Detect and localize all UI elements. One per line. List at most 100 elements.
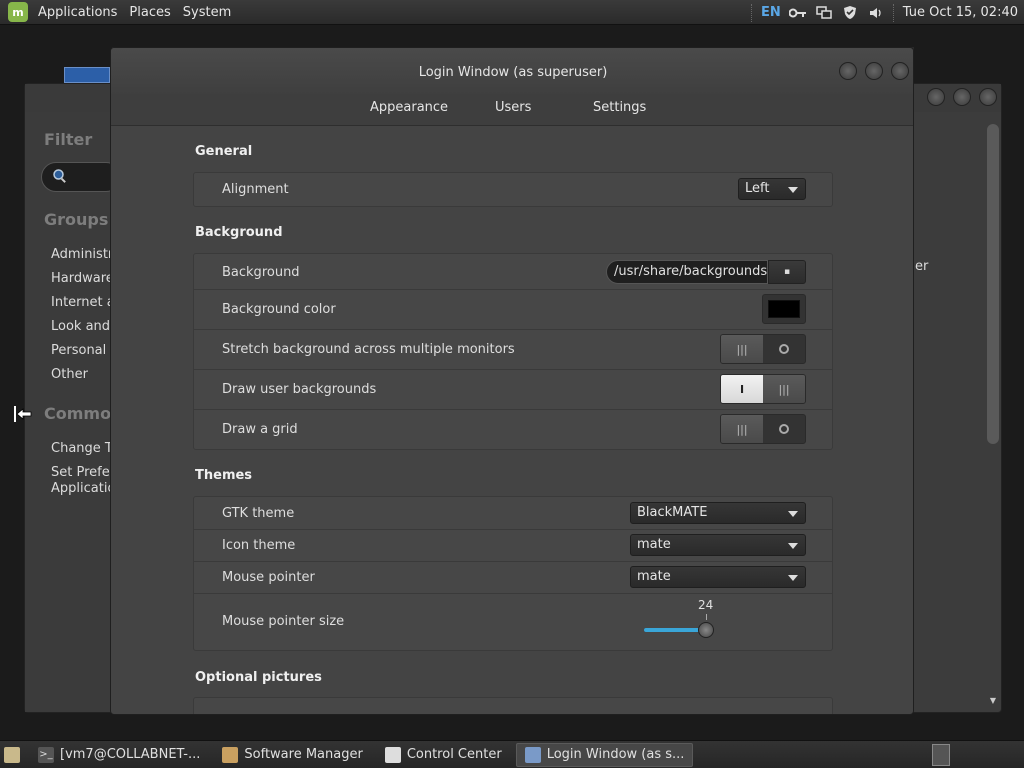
taskbar-item-terminal[interactable]: >_ [vm7@COLLABNET-... [30, 743, 208, 767]
show-desktop-button[interactable] [0, 743, 24, 767]
toggle-off-indicator [763, 335, 805, 363]
bottom-taskbar: >_ [vm7@COLLABNET-... Software Manager C… [0, 740, 1024, 768]
tab-settings[interactable]: Settings [593, 100, 646, 115]
pointer-size-slider-knob[interactable] [698, 622, 714, 638]
mouse-pointer-size-label: Mouse pointer size [222, 614, 345, 629]
maximize-button[interactable] [953, 88, 971, 106]
mouse-pointer-size-row: Mouse pointer size 24 [194, 594, 832, 650]
icon-theme-label: Icon theme [222, 538, 296, 553]
login-window-dialog: Login Window (as superuser) Appearance U… [110, 47, 914, 715]
grid-row: Draw a grid ||| [194, 410, 832, 449]
stretch-toggle[interactable]: ||| [720, 334, 806, 364]
background-label: Background [222, 265, 300, 280]
volume-icon[interactable] [867, 5, 885, 21]
chevron-down-icon [788, 575, 798, 581]
user-backgrounds-row: Draw user backgrounds I ||| [194, 370, 832, 410]
alignment-value: Left [745, 181, 770, 196]
stretch-row: Stretch background across multiple monit… [194, 330, 832, 370]
partial-launcher-label: er [915, 259, 929, 274]
shield-icon[interactable] [841, 5, 859, 21]
toggle-knob: ||| [721, 335, 763, 363]
slider-tick [706, 614, 707, 620]
toggle-knob: ||| [763, 375, 805, 403]
tab-appearance[interactable]: Appearance [370, 100, 448, 115]
workspace-switcher[interactable] [932, 744, 950, 766]
group-hardware[interactable]: Hardware [51, 271, 114, 286]
tray-separator [751, 3, 753, 22]
background-color-button[interactable] [762, 294, 806, 324]
terminal-icon: >_ [38, 746, 54, 763]
chevron-down-icon [788, 543, 798, 549]
common-item-applications[interactable]: Applicatio [51, 481, 115, 496]
taskbar-item-control-center-label: Control Center [406, 747, 502, 762]
alignment-row: Alignment Left [194, 173, 832, 206]
dialog-tabs: Appearance Users Settings [111, 94, 913, 126]
chevron-down-icon [788, 511, 798, 517]
gtk-theme-label: GTK theme [222, 506, 295, 521]
clock[interactable]: Tue Oct 15, 02:40 [903, 5, 1018, 20]
filter-search-input[interactable] [41, 162, 121, 192]
dialog-titlebar[interactable]: Login Window (as superuser) [111, 48, 913, 94]
toggle-off-indicator [763, 415, 805, 443]
filter-heading: Filter [44, 130, 93, 149]
user-backgrounds-toggle[interactable]: I ||| [720, 374, 806, 404]
dialog-maximize-button[interactable] [865, 62, 883, 80]
group-personal[interactable]: Personal [51, 343, 106, 358]
taskbar-item-terminal-label: [vm7@COLLABNET-... [60, 747, 201, 762]
close-button[interactable] [979, 88, 997, 106]
taskbar-item-software-manager-label: Software Manager [244, 747, 363, 762]
mint-menu-icon[interactable]: m [8, 2, 28, 22]
control-center-scrollbar[interactable]: ▲ ▼ [985, 124, 1001, 710]
section-background-heading: Background [195, 225, 283, 240]
gtk-theme-combo[interactable]: BlackMATE [630, 502, 806, 524]
icon-theme-value: mate [637, 537, 671, 552]
general-group: Alignment Left [193, 172, 833, 207]
alignment-combo[interactable]: Left [738, 178, 806, 200]
scrollbar-thumb[interactable] [987, 124, 999, 444]
dialog-close-button[interactable] [891, 62, 909, 80]
pointer-size-slider-fill [644, 628, 700, 632]
chevron-down-icon [788, 187, 798, 193]
taskbar-item-login-window[interactable]: Login Window (as s... [515, 742, 694, 767]
key-icon[interactable] [788, 5, 807, 21]
dialog-minimize-button[interactable] [839, 62, 857, 80]
keyboard-layout-indicator[interactable]: EN [761, 5, 781, 20]
grid-label: Draw a grid [222, 422, 298, 437]
group-look-and-feel[interactable]: Look and I [51, 319, 118, 334]
browse-icon: ▪ [783, 267, 791, 277]
top-panel: m Applications Places System EN Tue Oct … [0, 0, 1024, 25]
themes-group: GTK theme BlackMATE Icon theme mate Mous… [193, 496, 833, 651]
icon-theme-combo[interactable]: mate [630, 534, 806, 556]
background-browse-button[interactable]: ▪ [768, 260, 806, 284]
control-center-icon [384, 746, 401, 763]
menu-system[interactable]: System [177, 0, 237, 25]
background-color-label: Background color [222, 302, 336, 317]
mouse-pointer-row: Mouse pointer mate [194, 562, 832, 594]
background-window-fragment [64, 67, 110, 83]
login-window-icon [524, 746, 541, 763]
color-swatch [768, 300, 800, 318]
background-path-field[interactable]: /usr/share/backgrounds/ [606, 260, 768, 284]
taskbar-item-login-window-label: Login Window (as s... [546, 747, 685, 762]
grid-toggle[interactable]: ||| [720, 414, 806, 444]
optional-pictures-group [193, 697, 833, 714]
network-icon[interactable] [815, 5, 833, 21]
scroll-down-arrow-icon[interactable]: ▼ [988, 696, 998, 706]
section-optional-pictures-heading: Optional pictures [195, 670, 322, 685]
menu-applications[interactable]: Applications [32, 0, 123, 25]
taskbar-item-software-manager[interactable]: Software Manager [214, 743, 370, 767]
mouse-pointer-combo[interactable]: mate [630, 566, 806, 588]
stretch-label: Stretch background across multiple monit… [222, 342, 515, 357]
user-backgrounds-label: Draw user backgrounds [222, 382, 377, 397]
taskbar-item-control-center[interactable]: Control Center [377, 743, 510, 767]
resize-cursor-icon [13, 405, 33, 427]
section-themes-heading: Themes [195, 468, 253, 483]
group-other[interactable]: Other [51, 367, 88, 382]
minimize-button[interactable] [927, 88, 945, 106]
groups-heading: Groups [44, 210, 109, 229]
menu-places[interactable]: Places [123, 0, 176, 25]
alignment-label: Alignment [222, 182, 289, 197]
software-manager-icon [222, 746, 239, 763]
background-group: Background /usr/share/backgrounds/ ▪ Bac… [193, 253, 833, 450]
tab-users[interactable]: Users [495, 100, 531, 115]
